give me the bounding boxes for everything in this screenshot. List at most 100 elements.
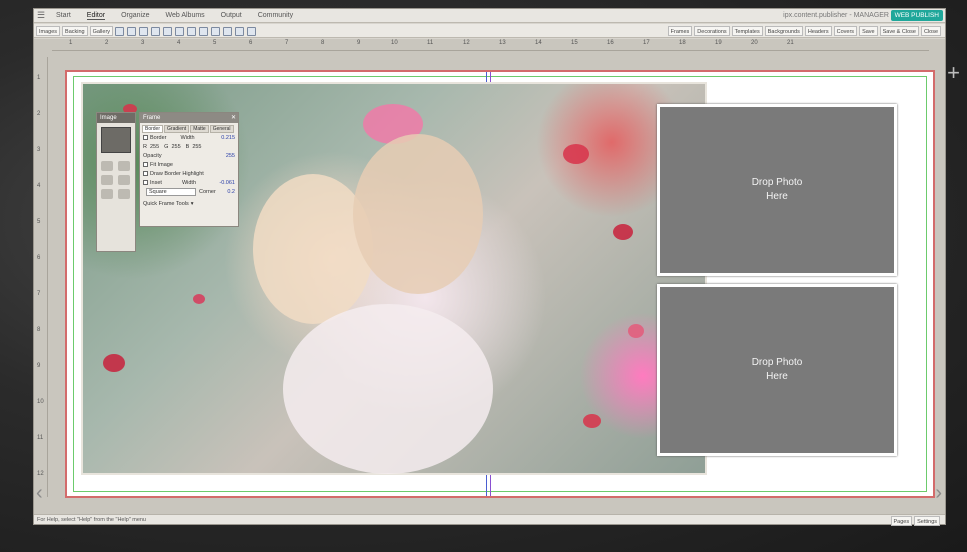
draw-border-label: Draw Border Highlight [150, 170, 204, 177]
templates-button[interactable]: Templates [731, 26, 763, 36]
shape-row: Square Corner 0.2 [140, 187, 238, 196]
tab-start[interactable]: Start [56, 12, 71, 20]
next-page-icon[interactable]: › [935, 482, 942, 505]
draw-border-row: Draw Border Highlight [140, 169, 238, 178]
undo-icon[interactable] [139, 26, 149, 36]
print-icon[interactable] [101, 161, 113, 171]
prev-page-icon[interactable]: ‹ [36, 482, 43, 505]
menu-icon[interactable]: ☰ [37, 11, 45, 20]
petal [628, 324, 644, 338]
backgrounds-button[interactable]: Backgrounds [764, 26, 803, 36]
border-checkbox[interactable] [143, 135, 148, 140]
ruler-mark: 17 [643, 40, 650, 46]
inset-width-label: Width [181, 179, 196, 186]
g-value[interactable]: 255 [171, 144, 180, 150]
ruler-mark: 21 [787, 40, 794, 46]
decorations-button[interactable]: Decorations [694, 26, 730, 36]
close-icon[interactable]: ✕ [231, 113, 236, 123]
g-label: G [164, 143, 169, 150]
tab-matte[interactable]: Matte [190, 125, 209, 133]
tab-community[interactable]: Community [258, 12, 293, 20]
ruler-mark: 3 [141, 40, 145, 46]
fit-image-label: Fit Image [150, 161, 173, 168]
covers-button[interactable]: Covers [833, 26, 858, 36]
redo-icon[interactable] [151, 26, 161, 36]
left-ruler: 1 2 3 4 5 6 7 8 9 10 11 12 [34, 57, 48, 497]
crop-tool-icon[interactable] [118, 189, 130, 199]
photo-placeholder-bottom[interactable]: Drop Photo Here [657, 284, 897, 456]
align-icon[interactable] [187, 26, 197, 36]
opacity-label: Opacity [143, 152, 162, 159]
corner-value[interactable]: 0.2 [227, 189, 235, 195]
ruler-mark: 8 [37, 327, 41, 333]
settings-button[interactable]: Settings [914, 516, 940, 526]
save-close-button[interactable]: Save & Close [879, 26, 919, 36]
fit-image-checkbox[interactable] [143, 162, 148, 167]
tab-output[interactable]: Output [221, 12, 242, 20]
tab-general[interactable]: General [209, 125, 234, 133]
dress [283, 304, 493, 474]
image-panel[interactable]: Image [96, 112, 136, 252]
frames-button[interactable]: Frames [667, 26, 693, 36]
ruler-mark: 11 [37, 435, 44, 441]
fit-image-row: Fit Image [140, 160, 238, 169]
frame-panel[interactable]: Frame ✕ Border Gradient Matte General Bo… [139, 112, 239, 227]
images-button[interactable]: Images [36, 26, 61, 36]
r-value[interactable]: 255 [150, 144, 159, 150]
text-icon[interactable] [101, 189, 113, 199]
ruler-mark: 9 [37, 363, 41, 369]
copy-icon[interactable] [163, 26, 173, 36]
user-label[interactable]: ipx.content.publisher - MANAGER [783, 12, 889, 19]
help-icon[interactable] [247, 26, 257, 36]
tab-organize[interactable]: Organize [121, 12, 149, 20]
crop-icon[interactable] [235, 26, 245, 36]
quick-frame-tools[interactable]: Quick Frame Tools [143, 201, 189, 207]
photo-placeholder-top[interactable]: Drop Photo Here [657, 104, 897, 276]
add-page-icon[interactable]: + [947, 62, 960, 84]
inset-width-value[interactable]: -0.061 [219, 180, 235, 186]
drop-photo-label: Drop Photo Here [751, 177, 803, 202]
inset-checkbox[interactable] [143, 180, 148, 185]
link-icon[interactable] [118, 175, 130, 185]
save-button[interactable]: Save [859, 26, 878, 36]
ruler-mark: 1 [37, 75, 41, 81]
chevron-down-icon[interactable]: ▾ [191, 201, 194, 207]
opacity-value[interactable]: 255 [226, 153, 235, 159]
gallery-button[interactable]: Gallery [89, 26, 114, 36]
headers-button[interactable]: Headers [804, 26, 832, 36]
ruler-mark: 6 [249, 40, 253, 46]
petal [193, 294, 205, 304]
tab-gradient[interactable]: Gradient [164, 125, 190, 133]
frame-icon[interactable] [101, 175, 113, 185]
paste-icon[interactable] [175, 26, 185, 36]
ruler-mark: 12 [463, 40, 470, 46]
draw-border-checkbox[interactable] [143, 171, 148, 176]
inset-label: Inset [150, 179, 162, 186]
rotate-icon[interactable] [118, 161, 130, 171]
backing-button[interactable]: Backing [62, 26, 88, 36]
tab-border[interactable]: Border [142, 125, 164, 133]
tab-web-albums[interactable]: Web Albums [166, 12, 205, 20]
ruler-mark: 5 [213, 40, 217, 46]
ruler-mark: 8 [321, 40, 325, 46]
tab-editor[interactable]: Editor [86, 12, 106, 20]
list-icon[interactable] [115, 26, 125, 36]
pages-button[interactable]: Pages [890, 516, 913, 526]
shape-select[interactable]: Square [146, 187, 196, 196]
save-icon[interactable] [127, 26, 137, 36]
zoom-icon[interactable] [223, 26, 233, 36]
b-value[interactable]: 255 [192, 144, 201, 150]
width-value[interactable]: 0.215 [221, 135, 235, 141]
fit-icon[interactable] [211, 26, 221, 36]
image-preview [101, 127, 131, 153]
close-button[interactable]: Close [920, 26, 941, 36]
web-publish-button[interactable]: WEB PUBLISH [890, 10, 943, 21]
border-label: Border [150, 134, 167, 141]
drop-photo-label: Drop Photo Here [751, 357, 803, 382]
image-panel-title[interactable]: Image [97, 113, 135, 123]
border-row: Border Width 0.215 [140, 133, 238, 142]
grid-icon[interactable] [199, 26, 209, 36]
top-ruler: 1 2 3 4 5 6 7 8 9 10 11 12 13 14 15 16 1… [52, 39, 929, 51]
editor-canvas[interactable]: 1 2 3 4 5 6 7 8 9 10 11 12 13 14 15 16 1… [34, 39, 945, 514]
petal [583, 414, 601, 428]
